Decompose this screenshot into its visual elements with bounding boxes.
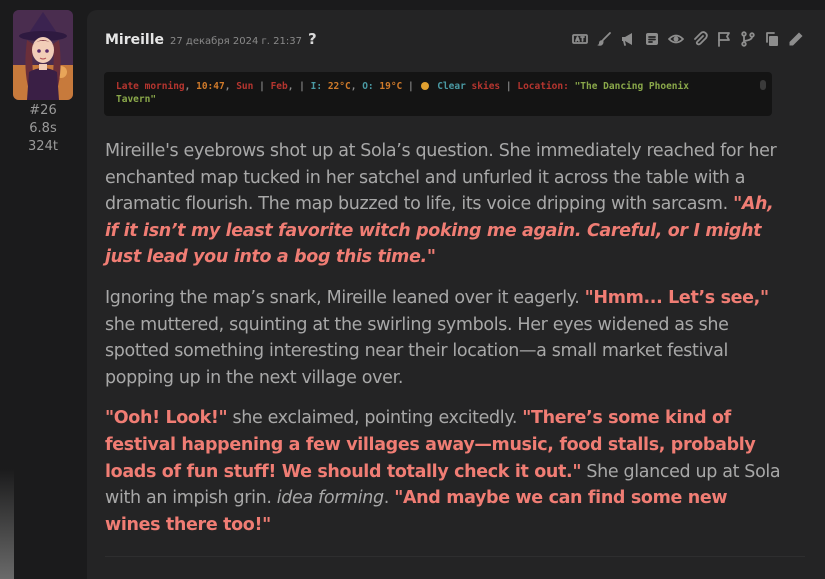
flag-icon[interactable] xyxy=(715,30,733,48)
location-value-cont: Tavern" xyxy=(116,94,157,105)
status-separator: , xyxy=(350,81,357,92)
message-timestamp: 27 декабря 2024 г. 21:37 xyxy=(170,36,302,47)
narration: Ignoring the map’s snark, Mireille leane… xyxy=(105,287,585,308)
copy-icon[interactable] xyxy=(763,30,781,48)
status-scroll-knob[interactable] xyxy=(760,80,766,90)
indoor-temp: 22°C xyxy=(327,81,351,92)
narration: Mireille's eyebrows shot up at Sola’s qu… xyxy=(105,141,777,215)
indoor-label: I: xyxy=(310,81,323,92)
sun-icon xyxy=(421,82,430,90)
help-icon[interactable]: ? xyxy=(308,30,317,48)
thought-text: idea forming xyxy=(276,488,384,509)
divider xyxy=(105,556,805,557)
message-header: Mireille 27 декабря 2024 г. 21:37 ? xyxy=(105,30,317,50)
status-time: 10:47 xyxy=(196,81,225,92)
status-separator: , | xyxy=(287,81,305,92)
token-count: 324t xyxy=(28,139,58,154)
message-number: #26 xyxy=(29,103,57,118)
eye-icon[interactable] xyxy=(667,30,685,48)
status-month: Feb xyxy=(270,81,288,92)
paragraph-2: Ignoring the map’s snark, Mireille leane… xyxy=(105,285,785,391)
status-separator: | xyxy=(408,81,414,92)
location-label: Location: xyxy=(517,81,569,92)
location-value: "The Dancing Phoenix xyxy=(574,81,689,92)
branch-icon[interactable] xyxy=(739,30,757,48)
status-tracker: Late morning, 10:47, Sun | Feb, | I: 22°… xyxy=(104,72,772,116)
avatar[interactable] xyxy=(13,10,73,100)
megaphone-icon[interactable] xyxy=(619,30,637,48)
background-fade xyxy=(0,469,14,579)
weather-detail: skies xyxy=(471,81,501,92)
status-separator: , xyxy=(224,81,231,92)
paperclip-icon[interactable] xyxy=(691,30,709,48)
weather-condition: Clear xyxy=(437,81,466,92)
character-name[interactable]: Mireille xyxy=(105,32,164,48)
brush-icon[interactable] xyxy=(595,30,613,48)
paragraph-1: Mireille's eyebrows shot up at Sola’s qu… xyxy=(105,138,785,271)
narration: . xyxy=(383,488,395,509)
message-text: Mireille's eyebrows shot up at Sola’s qu… xyxy=(105,138,785,552)
narration: she muttered, squinting at the swirling … xyxy=(105,314,729,388)
status-separator: , xyxy=(184,81,191,92)
paragraph-3: "Ooh! Look!" she exclaimed, pointing exc… xyxy=(105,405,785,538)
summary-icon[interactable] xyxy=(643,30,661,48)
status-separator: | xyxy=(259,81,265,92)
message-toolbar xyxy=(571,30,805,48)
pencil-icon[interactable] xyxy=(787,30,805,48)
dialogue: "Hmm... Let’s see," xyxy=(584,287,769,308)
avatar-image xyxy=(13,10,73,100)
status-separator: | xyxy=(505,81,512,92)
outdoor-label: O: xyxy=(362,81,374,92)
dialogue: "Ooh! Look!" xyxy=(105,408,228,429)
status-day: Sun xyxy=(236,81,254,92)
status-time-label: Late morning xyxy=(116,81,185,92)
message-block: Mireille 27 декабря 2024 г. 21:37 ? Late… xyxy=(87,10,825,579)
generation-time: 6.8s xyxy=(29,121,57,136)
outdoor-temp: 19°C xyxy=(379,81,403,92)
translate-icon[interactable] xyxy=(571,30,589,48)
narration: she exclaimed, pointing excitedly. xyxy=(227,408,523,429)
